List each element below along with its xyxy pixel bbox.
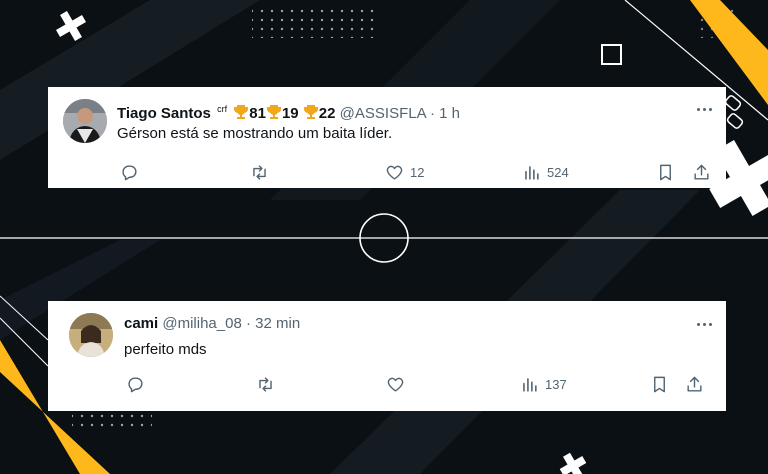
share-icon: [687, 376, 702, 392]
trophy-icon: [266, 105, 281, 119]
bookmark-icon: [660, 164, 671, 181]
author-handle[interactable]: @ASSISFLA: [340, 105, 426, 122]
retweet-icon: [253, 165, 266, 180]
avatar[interactable]: [69, 313, 113, 357]
tweet-time[interactable]: 1 h: [439, 105, 460, 122]
share-button[interactable]: [692, 163, 711, 182]
like-button[interactable]: 12: [385, 163, 424, 182]
reply-icon: [122, 165, 137, 181]
author-name[interactable]: cami: [124, 315, 158, 332]
avatar-photo: [63, 99, 107, 143]
tweet-header: Tiago Santos crf 81 19 22 @ASSISFLA · 1 h: [117, 100, 460, 123]
bookmark-button[interactable]: [656, 163, 675, 182]
trophy-count: 19: [281, 105, 299, 122]
retweet-button[interactable]: [250, 163, 275, 182]
view-count: 524: [547, 165, 569, 180]
more-options-button[interactable]: [694, 316, 714, 332]
tweet-text: Gérson está se mostrando um baita líder.: [117, 125, 393, 142]
tweet-text: perfeito mds: [124, 341, 207, 358]
views-chart-icon: [525, 166, 539, 180]
author-badge-label: crf: [217, 104, 228, 114]
heart-icon: [387, 377, 404, 392]
heart-icon: [386, 165, 403, 180]
views-button[interactable]: 524: [522, 163, 569, 182]
separator: ·: [429, 105, 435, 122]
reply-button[interactable]: [126, 375, 151, 394]
tweet-header: cami @miliha_08 · 32 min: [124, 315, 300, 333]
tweet-time[interactable]: 32 min: [255, 315, 300, 332]
reply-icon: [128, 377, 143, 393]
bookmark-button[interactable]: [650, 375, 669, 394]
share-icon: [694, 164, 709, 180]
share-button[interactable]: [685, 375, 704, 394]
view-count: 137: [545, 377, 567, 392]
views-button[interactable]: 137: [520, 375, 567, 394]
author-name[interactable]: Tiago Santos: [117, 105, 211, 122]
like-button[interactable]: [386, 375, 411, 394]
more-options-button[interactable]: [694, 101, 714, 117]
tweet-card[interactable]: cami @miliha_08 · 32 min perfeito mds 13…: [48, 301, 726, 411]
avatar[interactable]: [63, 99, 107, 143]
like-count: 12: [410, 165, 425, 180]
trophy-count: 81: [249, 105, 266, 122]
retweet-button[interactable]: [256, 375, 281, 394]
author-handle[interactable]: @miliha_08: [162, 315, 241, 332]
bookmark-icon: [654, 376, 665, 393]
avatar-photo: [69, 313, 113, 357]
trophy-count: 22: [318, 105, 336, 122]
views-chart-icon: [523, 378, 537, 392]
trophy-icon: [234, 105, 249, 119]
trophy-icon: [303, 105, 318, 119]
separator: ·: [245, 315, 251, 332]
tweet-card[interactable]: Tiago Santos crf 81 19 22 @ASSISFLA · 1 h…: [48, 87, 726, 188]
reply-button[interactable]: [120, 163, 145, 182]
retweet-icon: [259, 377, 272, 392]
